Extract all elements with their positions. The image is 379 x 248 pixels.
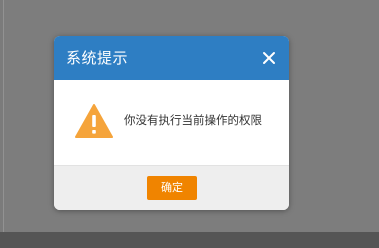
dialog-message: 你没有执行当前操作的权限 <box>124 113 262 127</box>
dialog-title: 系统提示 <box>66 49 129 67</box>
bottom-bar <box>0 232 379 248</box>
dialog-footer: 确定 <box>54 165 289 210</box>
warning-icon <box>74 103 114 139</box>
dialog-header: 系统提示 <box>54 36 289 80</box>
close-icon[interactable] <box>259 48 279 68</box>
dialog-body: 你没有执行当前操作的权限 <box>54 80 289 165</box>
ok-button[interactable]: 确定 <box>147 176 197 200</box>
alert-dialog: 系统提示 你没有执行当前操作的权限 确定 <box>54 36 289 210</box>
screen: 系统提示 你没有执行当前操作的权限 确定 <box>0 0 379 248</box>
